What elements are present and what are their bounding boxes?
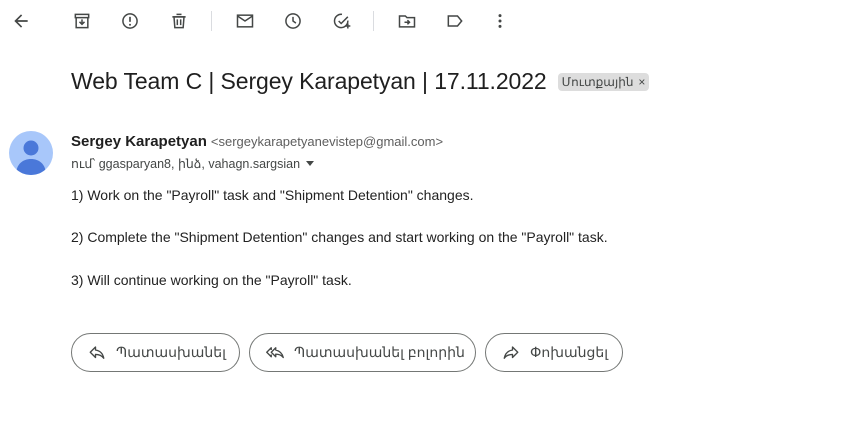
toolbar-divider <box>373 11 374 31</box>
delete-icon[interactable] <box>167 9 191 33</box>
sender-avatar[interactable] <box>9 131 53 175</box>
forward-label: Փոխանցել <box>530 344 608 360</box>
back-arrow-icon[interactable] <box>9 9 33 33</box>
show-details-icon[interactable] <box>306 161 315 166</box>
body-line: 1) Work on the "Payroll" task and "Shipm… <box>71 187 474 203</box>
add-task-icon[interactable] <box>330 9 354 33</box>
move-to-icon[interactable] <box>395 9 419 33</box>
body-line: 2) Complete the "Shipment Detention" cha… <box>71 229 608 245</box>
report-spam-icon[interactable] <box>118 9 142 33</box>
toolbar-divider <box>211 11 212 31</box>
label-chip-text: Մուտքային <box>561 74 634 89</box>
reply-label: Պատասխանել <box>116 344 226 360</box>
body-line: 3) Will continue working on the "Payroll… <box>71 272 352 288</box>
email-subject: Web Team C | Sergey Karapetyan | 17.11.2… <box>71 68 547 94</box>
sender-row: Sergey Karapetyan <sergeykarapetyanevist… <box>71 133 443 150</box>
recipients-row: ում՝ ggasparyan8, ինձ, vahagn.sargsian <box>71 156 315 171</box>
reply-all-icon <box>266 346 284 358</box>
recipients-list: ում՝ ggasparyan8, ինձ, vahagn.sargsian <box>71 157 301 171</box>
forward-button[interactable]: Փոխանցել <box>485 333 623 372</box>
inbox-label-chip[interactable]: Մուտքային × <box>557 72 650 91</box>
archive-icon[interactable] <box>70 9 94 33</box>
remove-label-icon[interactable]: × <box>638 75 645 89</box>
sender-email: <sergeykarapetyanevistep@gmail.com> <box>210 134 444 149</box>
forward-icon <box>503 345 519 359</box>
subject-row: Web Team C | Sergey Karapetyan | 17.11.2… <box>71 68 650 95</box>
snooze-icon[interactable] <box>281 9 305 33</box>
more-options-icon[interactable] <box>488 9 512 33</box>
sender-name[interactable]: Sergey Karapetyan <box>71 133 207 150</box>
reply-button[interactable]: Պատասխանել <box>71 333 240 372</box>
label-icon[interactable] <box>443 9 467 33</box>
reply-icon <box>89 345 105 359</box>
reply-all-button[interactable]: Պատասխանել բոլորին <box>249 333 476 372</box>
mark-unread-icon[interactable] <box>233 9 257 33</box>
reply-all-label: Պատասխանել բոլորին <box>294 344 465 360</box>
person-icon <box>16 140 46 175</box>
message-toolbar <box>0 0 848 42</box>
